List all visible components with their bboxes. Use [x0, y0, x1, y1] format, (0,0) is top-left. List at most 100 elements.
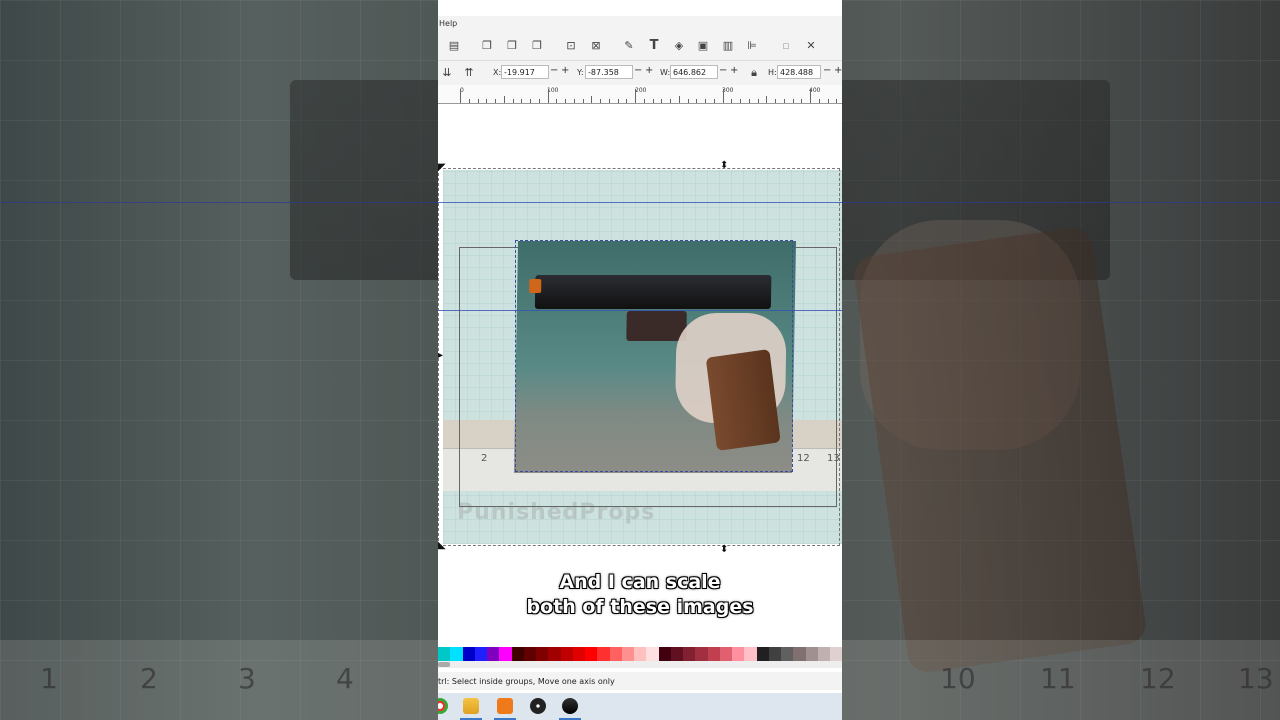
- w-decrement[interactable]: −: [719, 65, 727, 76]
- layers-icon[interactable]: ◈: [672, 38, 686, 52]
- ruler-tick: [495, 99, 496, 103]
- xml-editor-icon[interactable]: ▫: [779, 38, 793, 52]
- preferences-icon[interactable]: ✕: [804, 38, 818, 52]
- unlink-icon[interactable]: ❐: [530, 38, 544, 52]
- h-input[interactable]: 428.488: [777, 65, 821, 79]
- w-input[interactable]: 646.862: [670, 65, 718, 79]
- color-swatch[interactable]: [585, 647, 598, 661]
- color-swatch[interactable]: [511, 647, 524, 661]
- ruler-tick: [582, 99, 584, 103]
- color-swatch[interactable]: [744, 647, 757, 661]
- x-input[interactable]: -19.917: [501, 65, 549, 79]
- inkscape-icon[interactable]: [562, 698, 578, 714]
- background-ruler-number: 3: [238, 662, 256, 695]
- fill-stroke-icon[interactable]: ✎: [622, 38, 636, 52]
- duplicate-icon[interactable]: ❐: [480, 38, 494, 52]
- group-icon[interactable]: ⊡: [564, 38, 578, 52]
- file-explorer-icon[interactable]: [463, 698, 479, 714]
- lock-icon[interactable]: 🔒︎: [747, 66, 761, 80]
- subtitle-line-2: both of these images: [526, 596, 754, 618]
- color-swatch[interactable]: [732, 647, 745, 661]
- ruler-tick: [608, 99, 610, 103]
- color-swatch[interactable]: [793, 647, 806, 661]
- color-swatch[interactable]: [756, 647, 769, 661]
- color-swatch[interactable]: [646, 647, 659, 661]
- scrollbar-thumb[interactable]: [438, 662, 450, 667]
- color-swatch[interactable]: [523, 647, 536, 661]
- color-swatch[interactable]: [621, 647, 634, 661]
- ruler-tick: [827, 99, 829, 103]
- align-distribute-icon[interactable]: ⊫: [745, 38, 759, 52]
- subtitle-line-1: And I can scale: [559, 571, 721, 593]
- color-swatch[interactable]: [548, 647, 561, 661]
- color-swatch[interactable]: [805, 647, 818, 661]
- guide-line[interactable]: [438, 310, 842, 311]
- color-swatch[interactable]: [817, 647, 830, 661]
- text-icon[interactable]: T: [647, 38, 661, 53]
- ruler-tick: [731, 99, 733, 103]
- color-swatch[interactable]: [658, 647, 671, 661]
- color-swatch[interactable]: [450, 647, 463, 661]
- color-swatch[interactable]: [670, 647, 683, 661]
- ruler-tick: [748, 99, 750, 103]
- color-swatch[interactable]: [768, 647, 781, 661]
- w-increment[interactable]: +: [730, 65, 738, 76]
- h-increment[interactable]: +: [834, 65, 842, 76]
- color-swatch[interactable]: [609, 647, 622, 661]
- h-label: H:: [768, 68, 777, 77]
- status-text: trl: Select inside groups, Move one axis…: [438, 677, 615, 686]
- ruler-tick: [486, 99, 488, 103]
- color-swatch[interactable]: [462, 647, 475, 661]
- paste-icon[interactable]: ▤: [447, 38, 461, 52]
- color-swatch[interactable]: [830, 647, 842, 661]
- align-icon[interactable]: ▥: [721, 38, 735, 52]
- ruler-tick: [538, 99, 540, 103]
- app-icon[interactable]: [497, 698, 513, 714]
- color-swatch[interactable]: [572, 647, 585, 661]
- color-swatch[interactable]: [487, 647, 500, 661]
- clone-icon[interactable]: ❐: [505, 38, 519, 52]
- ruler-label: 100: [547, 87, 559, 94]
- horizontal-ruler: 0 100 200 300 400: [438, 85, 842, 104]
- ruler-tick: [547, 89, 549, 103]
- color-swatch[interactable]: [719, 647, 732, 661]
- y-decrement[interactable]: −: [634, 65, 642, 76]
- scale-handle-top-left[interactable]: ◤: [438, 162, 446, 173]
- color-swatch[interactable]: [536, 647, 549, 661]
- object-icon[interactable]: ▣: [696, 38, 710, 52]
- scale-handle-bottom[interactable]: ⬍: [720, 544, 728, 555]
- scale-handle-top[interactable]: ⬍: [720, 160, 728, 171]
- color-swatch[interactable]: [634, 647, 647, 661]
- raise-icon[interactable]: ⇈: [462, 65, 476, 79]
- color-palette[interactable]: [438, 647, 842, 661]
- ruler-tick: [626, 99, 628, 103]
- color-swatch[interactable]: [695, 647, 708, 661]
- lower-icon[interactable]: ⇊: [440, 65, 454, 79]
- y-increment[interactable]: +: [645, 65, 653, 76]
- color-swatch[interactable]: [560, 647, 573, 661]
- scale-handle-left[interactable]: ▸: [438, 350, 443, 361]
- color-swatch[interactable]: [707, 647, 720, 661]
- color-swatch[interactable]: [474, 647, 487, 661]
- chrome-icon[interactable]: [438, 698, 448, 714]
- scale-handle-bottom-left[interactable]: ◣: [438, 540, 446, 551]
- y-input[interactable]: -87.358: [585, 65, 633, 79]
- ruler-tick: [556, 99, 558, 103]
- color-swatch[interactable]: [597, 647, 610, 661]
- x-increment[interactable]: +: [561, 65, 569, 76]
- drawing-canvas[interactable]: 2 3 4 5 6 7 8 9 10 11 12 13 PunishedProp…: [438, 104, 842, 646]
- color-swatch[interactable]: [683, 647, 696, 661]
- ungroup-icon[interactable]: ⊠: [589, 38, 603, 52]
- color-swatch[interactable]: [781, 647, 794, 661]
- x-decrement[interactable]: −: [550, 65, 558, 76]
- ruler-tick: [792, 99, 794, 103]
- palette-scrollbar[interactable]: [438, 661, 842, 668]
- menu-help[interactable]: Help: [439, 19, 457, 28]
- color-swatch[interactable]: [499, 647, 512, 661]
- color-swatch[interactable]: [438, 647, 451, 661]
- ruler-tick: [818, 99, 820, 103]
- h-decrement[interactable]: −: [823, 65, 831, 76]
- obs-icon[interactable]: [530, 698, 546, 714]
- guide-line[interactable]: [438, 202, 842, 203]
- background-ruler-number: 10: [940, 662, 976, 695]
